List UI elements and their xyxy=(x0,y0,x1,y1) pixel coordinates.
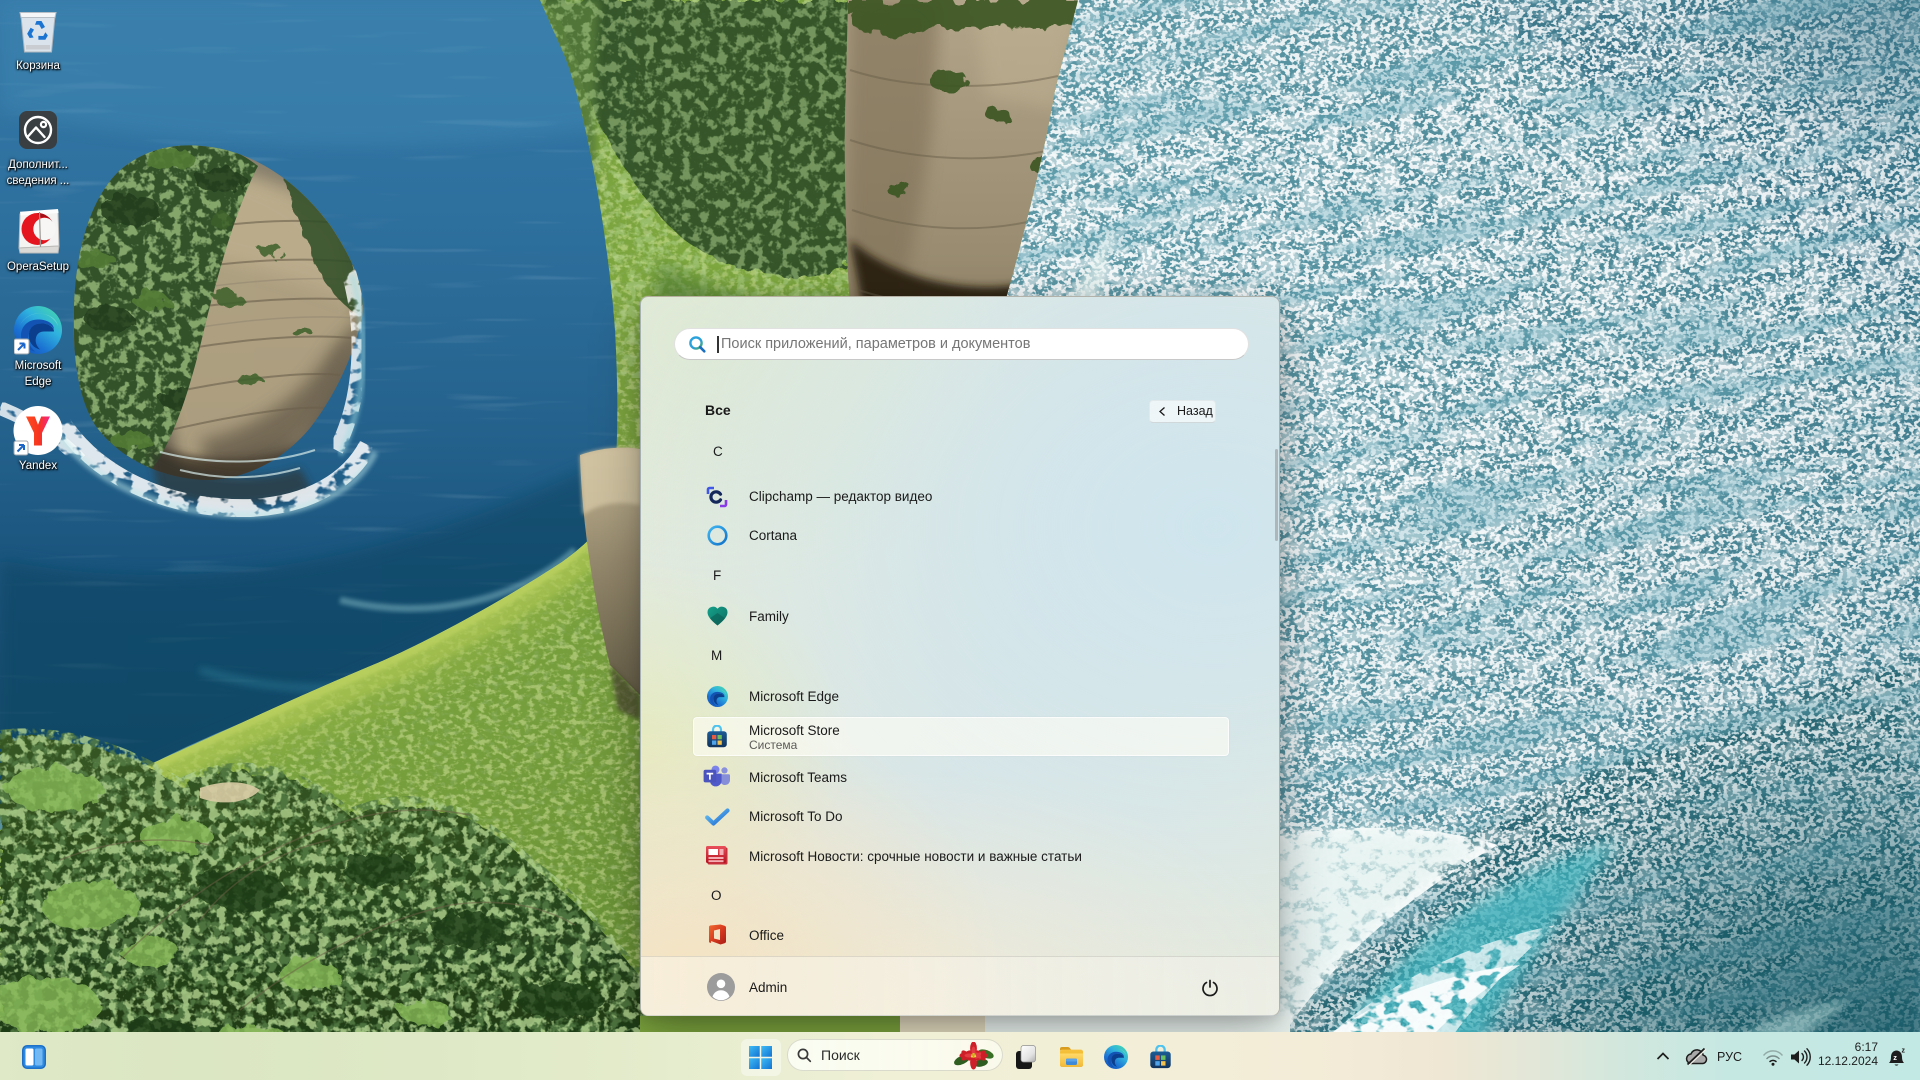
svg-text:z: z xyxy=(1902,1048,1906,1055)
svg-text:z: z xyxy=(1893,1053,1897,1062)
